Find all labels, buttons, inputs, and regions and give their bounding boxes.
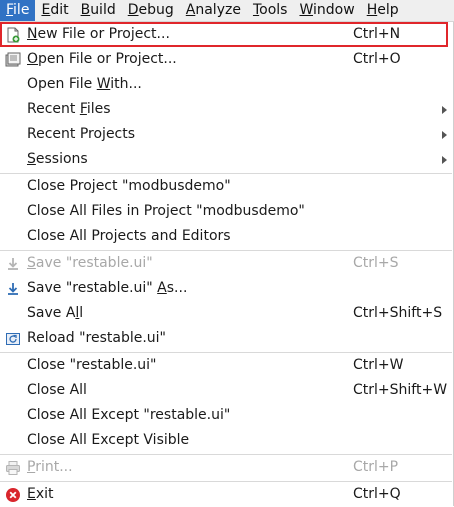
submenu-arrow-icon (442, 131, 447, 139)
menu-item-print[interactable]: Print... Ctrl+P (0, 455, 448, 480)
menu-item-label: Close All Files in Project "modbusdemo" (27, 203, 305, 219)
menu-analyze-label: nalyze (195, 2, 241, 18)
menu-item-recent-files[interactable]: Recent Files (0, 97, 448, 122)
menu-item-label: Close "restable.ui" (27, 357, 157, 373)
menu-item-label: Save "restable.ui" As... (27, 280, 188, 296)
menu-item-save-all[interactable]: Save All Ctrl+Shift+S (0, 301, 448, 326)
save-icon (4, 255, 22, 273)
menu-item-open-file-or-project[interactable]: Open File or Project... Ctrl+O (0, 47, 448, 72)
menu-item-open-file-with[interactable]: Open File With... (0, 72, 448, 97)
menu-build-mnemonic: B (80, 2, 91, 18)
menu-item-shortcut: Ctrl+O (353, 51, 401, 67)
menu-item-label: Open File or Project... (27, 51, 177, 67)
menu-item-close-all-projects-and-editors[interactable]: Close All Projects and Editors (0, 224, 448, 249)
menu-item-close-all-except-visible[interactable]: Close All Except Visible (0, 428, 448, 453)
menu-window-mnemonic: W (299, 2, 314, 18)
menu-item-save[interactable]: Save "restable.ui" Ctrl+S (0, 251, 448, 276)
menu-file[interactable]: File (0, 0, 36, 21)
menu-file-label: ile (13, 2, 30, 18)
menu-item-reload[interactable]: Reload "restable.ui" (0, 326, 448, 351)
menu-build-label: uild (90, 2, 116, 18)
menu-tools[interactable]: Tools (247, 0, 294, 21)
menu-edit-label: dit (50, 2, 69, 18)
menu-item-close-file[interactable]: Close "restable.ui" Ctrl+W (0, 353, 448, 378)
menu-help-label: elp (377, 2, 399, 18)
submenu-arrow-icon (442, 156, 447, 164)
menu-window-label: indow (313, 2, 355, 18)
menu-analyze[interactable]: Analyze (180, 0, 247, 21)
menu-item-label: Recent Projects (27, 126, 136, 142)
menu-item-label: Reload "restable.ui" (27, 330, 166, 346)
menu-item-label: Open File With... (27, 76, 142, 92)
open-file-icon (4, 51, 22, 69)
menu-item-save-as[interactable]: Save "restable.ui" As... (0, 276, 448, 301)
menu-item-shortcut: Ctrl+Shift+S (353, 305, 443, 321)
menu-item-label: Exit (27, 486, 54, 502)
save-as-icon (4, 280, 22, 298)
menu-item-label: Close Project "modbusdemo" (27, 178, 231, 194)
menu-item-label: Save "restable.ui" (27, 255, 153, 271)
menu-build[interactable]: Build (75, 0, 122, 21)
menu-item-shortcut: Ctrl+W (353, 357, 404, 373)
menu-window[interactable]: Window (293, 0, 360, 21)
exit-icon (4, 486, 22, 504)
menu-item-exit[interactable]: Exit Ctrl+Q (0, 482, 448, 507)
menu-item-shortcut: Ctrl+P (353, 459, 399, 475)
menu-help-mnemonic: H (366, 2, 378, 18)
menu-item-label: Print... (27, 459, 73, 475)
menu-item-sessions[interactable]: Sessions (0, 147, 448, 172)
menu-item-close-all-files-in-project[interactable]: Close All Files in Project "modbusdemo" (0, 199, 448, 224)
menu-item-label: New File or Project... (27, 26, 170, 42)
menu-edit-mnemonic: E (41, 2, 51, 18)
menu-item-label: Close All Except Visible (27, 432, 190, 448)
menu-item-close-project[interactable]: Close Project "modbusdemo" (0, 174, 448, 199)
menu-item-label: Sessions (27, 151, 88, 167)
menu-item-shortcut: Ctrl+N (353, 26, 401, 42)
submenu-arrow-icon (442, 106, 447, 114)
menu-item-label: Close All Projects and Editors (27, 228, 231, 244)
printer-icon (4, 459, 22, 477)
menu-item-shortcut: Ctrl+S (353, 255, 399, 271)
menu-edit[interactable]: Edit (35, 0, 74, 21)
menu-item-label: Save All (27, 305, 84, 321)
menu-item-recent-projects[interactable]: Recent Projects (0, 122, 448, 147)
menu-file-mnemonic: F (6, 2, 14, 18)
menu-analyze-mnemonic: A (185, 2, 196, 18)
menu-bar: File Edit Build Debug Analyze Tools Wind… (0, 0, 454, 22)
menu-item-shortcut: Ctrl+Q (353, 486, 401, 502)
menu-debug-mnemonic: D (127, 2, 139, 18)
menu-item-label: Close All Except "restable.ui" (27, 407, 231, 423)
new-file-icon (4, 26, 22, 44)
file-dropdown-menu: New File or Project... Ctrl+N Open File … (0, 22, 454, 506)
menu-item-shortcut: Ctrl+Shift+W (353, 382, 448, 398)
menu-item-new-file-or-project[interactable]: New File or Project... Ctrl+N (0, 22, 448, 47)
menu-item-close-all[interactable]: Close All Ctrl+Shift+W (0, 378, 448, 403)
menu-debug[interactable]: Debug (122, 0, 180, 21)
menu-item-label: Close All (27, 382, 87, 398)
menu-tools-label: ools (259, 2, 288, 18)
menu-item-label: Recent Files (27, 101, 111, 117)
menu-help[interactable]: Help (361, 0, 405, 21)
menu-debug-label: ebug (138, 2, 174, 18)
menu-item-close-all-except[interactable]: Close All Except "restable.ui" (0, 403, 448, 428)
reload-icon (4, 330, 22, 348)
